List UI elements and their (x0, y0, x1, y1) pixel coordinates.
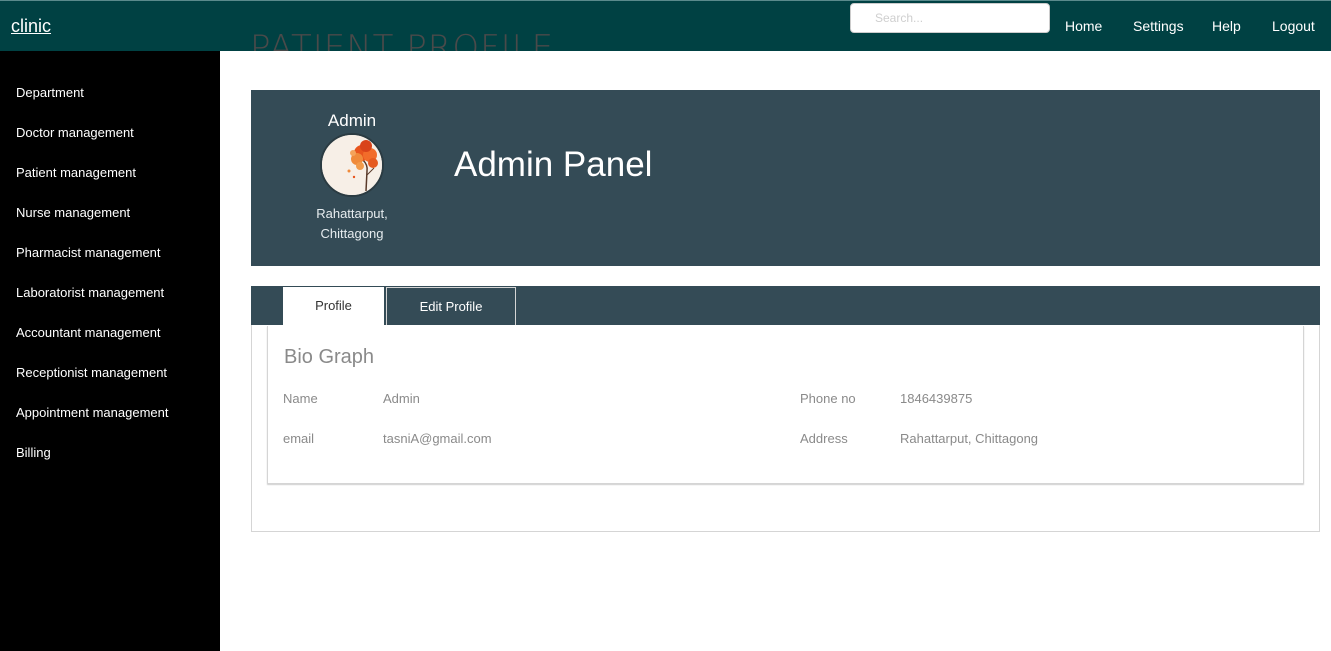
tab-profile[interactable]: Profile (283, 287, 384, 325)
tab-edit-profile[interactable]: Edit Profile (386, 287, 516, 325)
bio-email-label: email (283, 431, 315, 446)
bio-address-value: Rahattarput, Chittagong (900, 431, 1039, 446)
nav-logout-link[interactable]: Logout (1272, 18, 1315, 34)
sidebar-item-laboratorist-management[interactable]: Laboratorist management (16, 285, 164, 300)
sidebar-item-billing[interactable]: Billing (16, 445, 51, 460)
top-navbar: clinic Home Settings Help Logout (0, 0, 1331, 51)
sidebar-item-accountant-management[interactable]: Accountant management (16, 325, 161, 340)
bio-address-label: Address (800, 431, 848, 446)
sidebar-item-department[interactable]: Department (16, 85, 84, 100)
bio-phone-value: 1846439875 (900, 391, 973, 406)
search-input[interactable] (850, 3, 1050, 33)
bio-graph-title: Bio Graph (284, 346, 375, 368)
admin-panel-title: Admin Panel (454, 145, 653, 184)
profile-banner (251, 90, 1320, 266)
page-title: PATIENT PROFILE (250, 28, 555, 51)
profile-location: Rahattarput, Chittagong (300, 204, 404, 244)
avatar (320, 133, 384, 197)
sidebar: Department Doctor management Patient man… (0, 51, 220, 651)
nav-home-link[interactable]: Home (1065, 18, 1102, 34)
profile-location-line1: Rahattarput, (316, 206, 388, 221)
tree-avatar-icon (322, 135, 382, 195)
sidebar-item-pharmacist-management[interactable]: Pharmacist management (16, 245, 161, 260)
profile-location-line2: Chittagong (320, 226, 384, 241)
bio-graph-card (267, 326, 1304, 484)
bio-name-label: Name (283, 391, 318, 406)
sidebar-item-doctor-management[interactable]: Doctor management (16, 125, 134, 140)
brand-link[interactable]: clinic (11, 16, 51, 37)
nav-help-link[interactable]: Help (1212, 18, 1241, 34)
sidebar-item-receptionist-management[interactable]: Receptionist management (16, 365, 167, 380)
bio-name-value: Admin (383, 391, 420, 406)
sidebar-item-nurse-management[interactable]: Nurse management (16, 205, 130, 220)
profile-username: Admin (327, 111, 377, 130)
page-heading-container: PATIENT PROFILE (250, 12, 650, 51)
sidebar-item-appointment-management[interactable]: Appointment management (16, 405, 168, 420)
bio-email-value: tasniA@gmail.com (383, 431, 492, 446)
bio-phone-label: Phone no (800, 391, 856, 406)
nav-settings-link[interactable]: Settings (1133, 18, 1184, 34)
sidebar-item-patient-management[interactable]: Patient management (16, 165, 136, 180)
